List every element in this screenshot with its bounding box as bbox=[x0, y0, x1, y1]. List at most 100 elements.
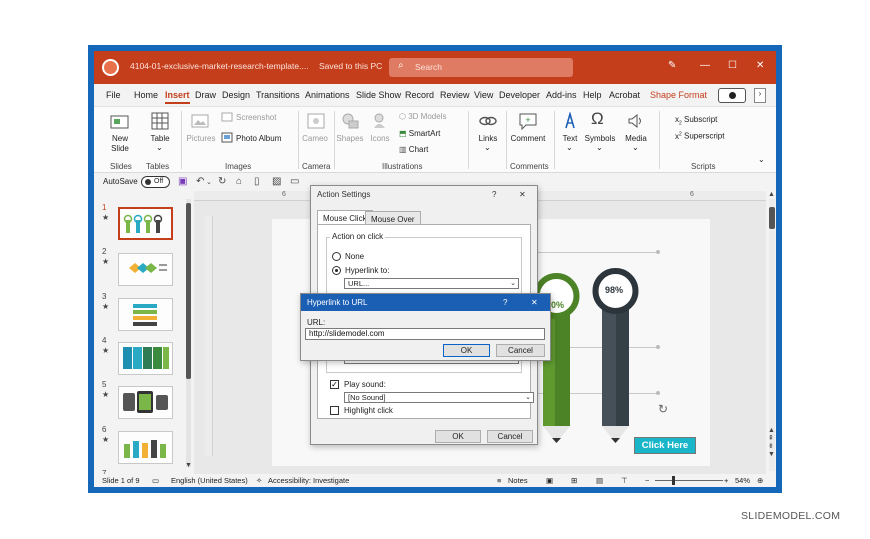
zoom-in-icon[interactable]: + bbox=[724, 476, 728, 485]
zoom-slider-thumb[interactable] bbox=[672, 476, 675, 485]
zoom-slider[interactable] bbox=[655, 480, 723, 481]
photo-album-button[interactable]: Photo Album bbox=[236, 134, 281, 143]
url-input[interactable]: http://slidemodel.com bbox=[305, 328, 545, 340]
tab-acrobat[interactable]: Acrobat bbox=[609, 90, 640, 100]
redo-icon[interactable]: ↻ bbox=[218, 176, 226, 187]
scrollbar-thumb[interactable] bbox=[769, 207, 775, 229]
slide-show-icon[interactable]: ⊤ bbox=[621, 476, 628, 485]
close-button[interactable]: ✕ bbox=[519, 190, 526, 199]
scrollbar-thumb[interactable] bbox=[186, 203, 191, 379]
text-button[interactable]: Text bbox=[554, 134, 586, 143]
record-button[interactable] bbox=[718, 88, 746, 103]
normal-view-icon[interactable]: ▣ bbox=[546, 476, 553, 485]
chevron-down-icon[interactable]: ⌄ bbox=[566, 143, 573, 152]
zoom-level[interactable]: 54% bbox=[735, 476, 750, 485]
save-icon[interactable]: ▣ bbox=[178, 176, 187, 187]
tab-design[interactable]: Design bbox=[222, 90, 250, 100]
smartart-button[interactable]: ⬒ SmartArt bbox=[399, 129, 440, 138]
thumbnail-scrollbar[interactable] bbox=[186, 199, 191, 467]
table-button[interactable]: Table bbox=[143, 134, 177, 143]
open-folder-icon[interactable]: ⌂ bbox=[236, 176, 242, 187]
subscript-button[interactable]: x2 Subscript bbox=[675, 115, 717, 127]
tab-file[interactable]: File bbox=[106, 90, 121, 100]
superscript-button[interactable]: x2 Superscript bbox=[675, 131, 724, 141]
slide-thumbnail-1[interactable] bbox=[118, 207, 173, 240]
comment-button[interactable]: Comment bbox=[510, 134, 546, 143]
icons-button[interactable]: Icons bbox=[365, 134, 395, 143]
ok-button[interactable]: OK bbox=[435, 430, 481, 443]
slide-thumbnail-5[interactable] bbox=[118, 386, 173, 419]
tab-insert[interactable]: Insert bbox=[165, 90, 190, 104]
close-window-button[interactable]: ✕ bbox=[756, 60, 764, 71]
symbols-button[interactable]: Symbols bbox=[584, 134, 616, 143]
hyperlink-select[interactable]: URL... ⌄ bbox=[344, 278, 519, 289]
sound-select[interactable]: [No Sound] ⌄ bbox=[344, 392, 534, 403]
accessibility-status[interactable]: Accessibility: Investigate bbox=[268, 476, 349, 485]
chevron-down-icon[interactable]: ⌄ bbox=[206, 178, 212, 186]
tab-home[interactable]: Home bbox=[134, 90, 158, 100]
tab-view[interactable]: View bbox=[474, 90, 493, 100]
scroll-up-icon[interactable]: ▲ bbox=[768, 191, 775, 198]
highlight-click-checkbox[interactable] bbox=[330, 406, 339, 415]
slide-thumbnail-3[interactable] bbox=[118, 298, 173, 331]
chart-button[interactable]: ▥ Chart bbox=[399, 145, 428, 154]
tab-developer[interactable]: Developer bbox=[499, 90, 540, 100]
new-document-icon[interactable]: ▯ bbox=[254, 176, 260, 187]
pen-icon[interactable]: ✎ bbox=[668, 60, 676, 71]
picture-icon[interactable]: ▨ bbox=[272, 176, 281, 187]
chevron-down-icon[interactable]: ⌄ bbox=[156, 143, 163, 152]
tab-record[interactable]: Record bbox=[405, 90, 434, 100]
slide-thumbnail-2[interactable] bbox=[118, 253, 173, 286]
undo-icon[interactable]: ↶ bbox=[196, 176, 204, 187]
cameo-button[interactable]: Cameo bbox=[299, 134, 331, 143]
help-button[interactable]: ? bbox=[503, 298, 507, 307]
autosave-toggle[interactable]: Off bbox=[141, 176, 170, 188]
hyperlink-radio[interactable] bbox=[332, 266, 341, 275]
3d-models-button[interactable]: ⬡ 3D Models bbox=[399, 112, 446, 121]
slide-sorter-icon[interactable]: ⊞ bbox=[571, 476, 577, 485]
group-label-tables: Tables bbox=[146, 162, 170, 171]
tab-animations[interactable]: Animations bbox=[305, 90, 350, 100]
pictures-button[interactable]: Pictures bbox=[185, 134, 217, 143]
media-button[interactable]: Media bbox=[620, 134, 652, 143]
zoom-out-icon[interactable]: − bbox=[645, 476, 649, 485]
tab-shape-format[interactable]: Shape Format bbox=[650, 90, 707, 100]
tab-draw[interactable]: Draw bbox=[195, 90, 216, 100]
language-status[interactable]: English (United States) bbox=[171, 476, 248, 485]
cancel-button[interactable]: Cancel bbox=[496, 344, 545, 357]
reading-view-icon[interactable]: ▤ bbox=[596, 476, 603, 485]
screenshot-button[interactable]: Screenshot bbox=[236, 113, 276, 122]
click-here-button-shape[interactable]: Click Here bbox=[634, 437, 696, 454]
scroll-down-icon[interactable]: ▼ bbox=[185, 462, 192, 469]
shapes-button[interactable]: Shapes bbox=[334, 134, 366, 143]
folder-icon[interactable]: ▭ bbox=[290, 176, 299, 187]
slide-thumbnail-4[interactable] bbox=[118, 342, 173, 375]
tab-help[interactable]: Help bbox=[583, 90, 602, 100]
chevron-down-icon[interactable]: ⌄ bbox=[596, 143, 603, 152]
tab-slide-show[interactable]: Slide Show bbox=[356, 90, 401, 100]
slide-thumbnail-6[interactable] bbox=[118, 431, 173, 464]
links-button[interactable]: Links bbox=[472, 134, 504, 143]
play-sound-checkbox[interactable]: ✓ bbox=[330, 380, 339, 389]
chevron-down-icon[interactable]: ⌄ bbox=[632, 143, 639, 152]
scroll-navigation-icons[interactable]: ▲ ⇞ ⇟ ▼ bbox=[768, 427, 775, 459]
help-button[interactable]: ? bbox=[492, 190, 496, 199]
close-button[interactable]: ✕ bbox=[531, 298, 538, 307]
notes-button[interactable]: Notes bbox=[508, 476, 528, 485]
tab-add-ins[interactable]: Add-ins bbox=[546, 90, 577, 100]
tab-transitions[interactable]: Transitions bbox=[256, 90, 300, 100]
minimize-button[interactable]: — bbox=[700, 60, 710, 71]
new-slide-button[interactable]: New Slide bbox=[104, 134, 136, 154]
fit-to-window-icon[interactable]: ⊕ bbox=[757, 476, 763, 485]
search-box[interactable]: ⌕ Search bbox=[389, 58, 573, 77]
spelling-icon[interactable]: ▭ bbox=[152, 476, 159, 485]
collapse-ribbon-icon[interactable]: ⌄ bbox=[758, 155, 765, 164]
maximize-button[interactable]: ☐ bbox=[728, 60, 737, 71]
ribbon-more-button[interactable]: › bbox=[754, 88, 766, 103]
tab-review[interactable]: Review bbox=[440, 90, 470, 100]
cancel-button[interactable]: Cancel bbox=[487, 430, 533, 443]
none-radio[interactable] bbox=[332, 252, 341, 261]
chevron-down-icon[interactable]: ⌄ bbox=[484, 143, 491, 152]
rotate-handle-icon[interactable]: ↻ bbox=[658, 402, 668, 416]
ok-button[interactable]: OK bbox=[443, 344, 490, 357]
